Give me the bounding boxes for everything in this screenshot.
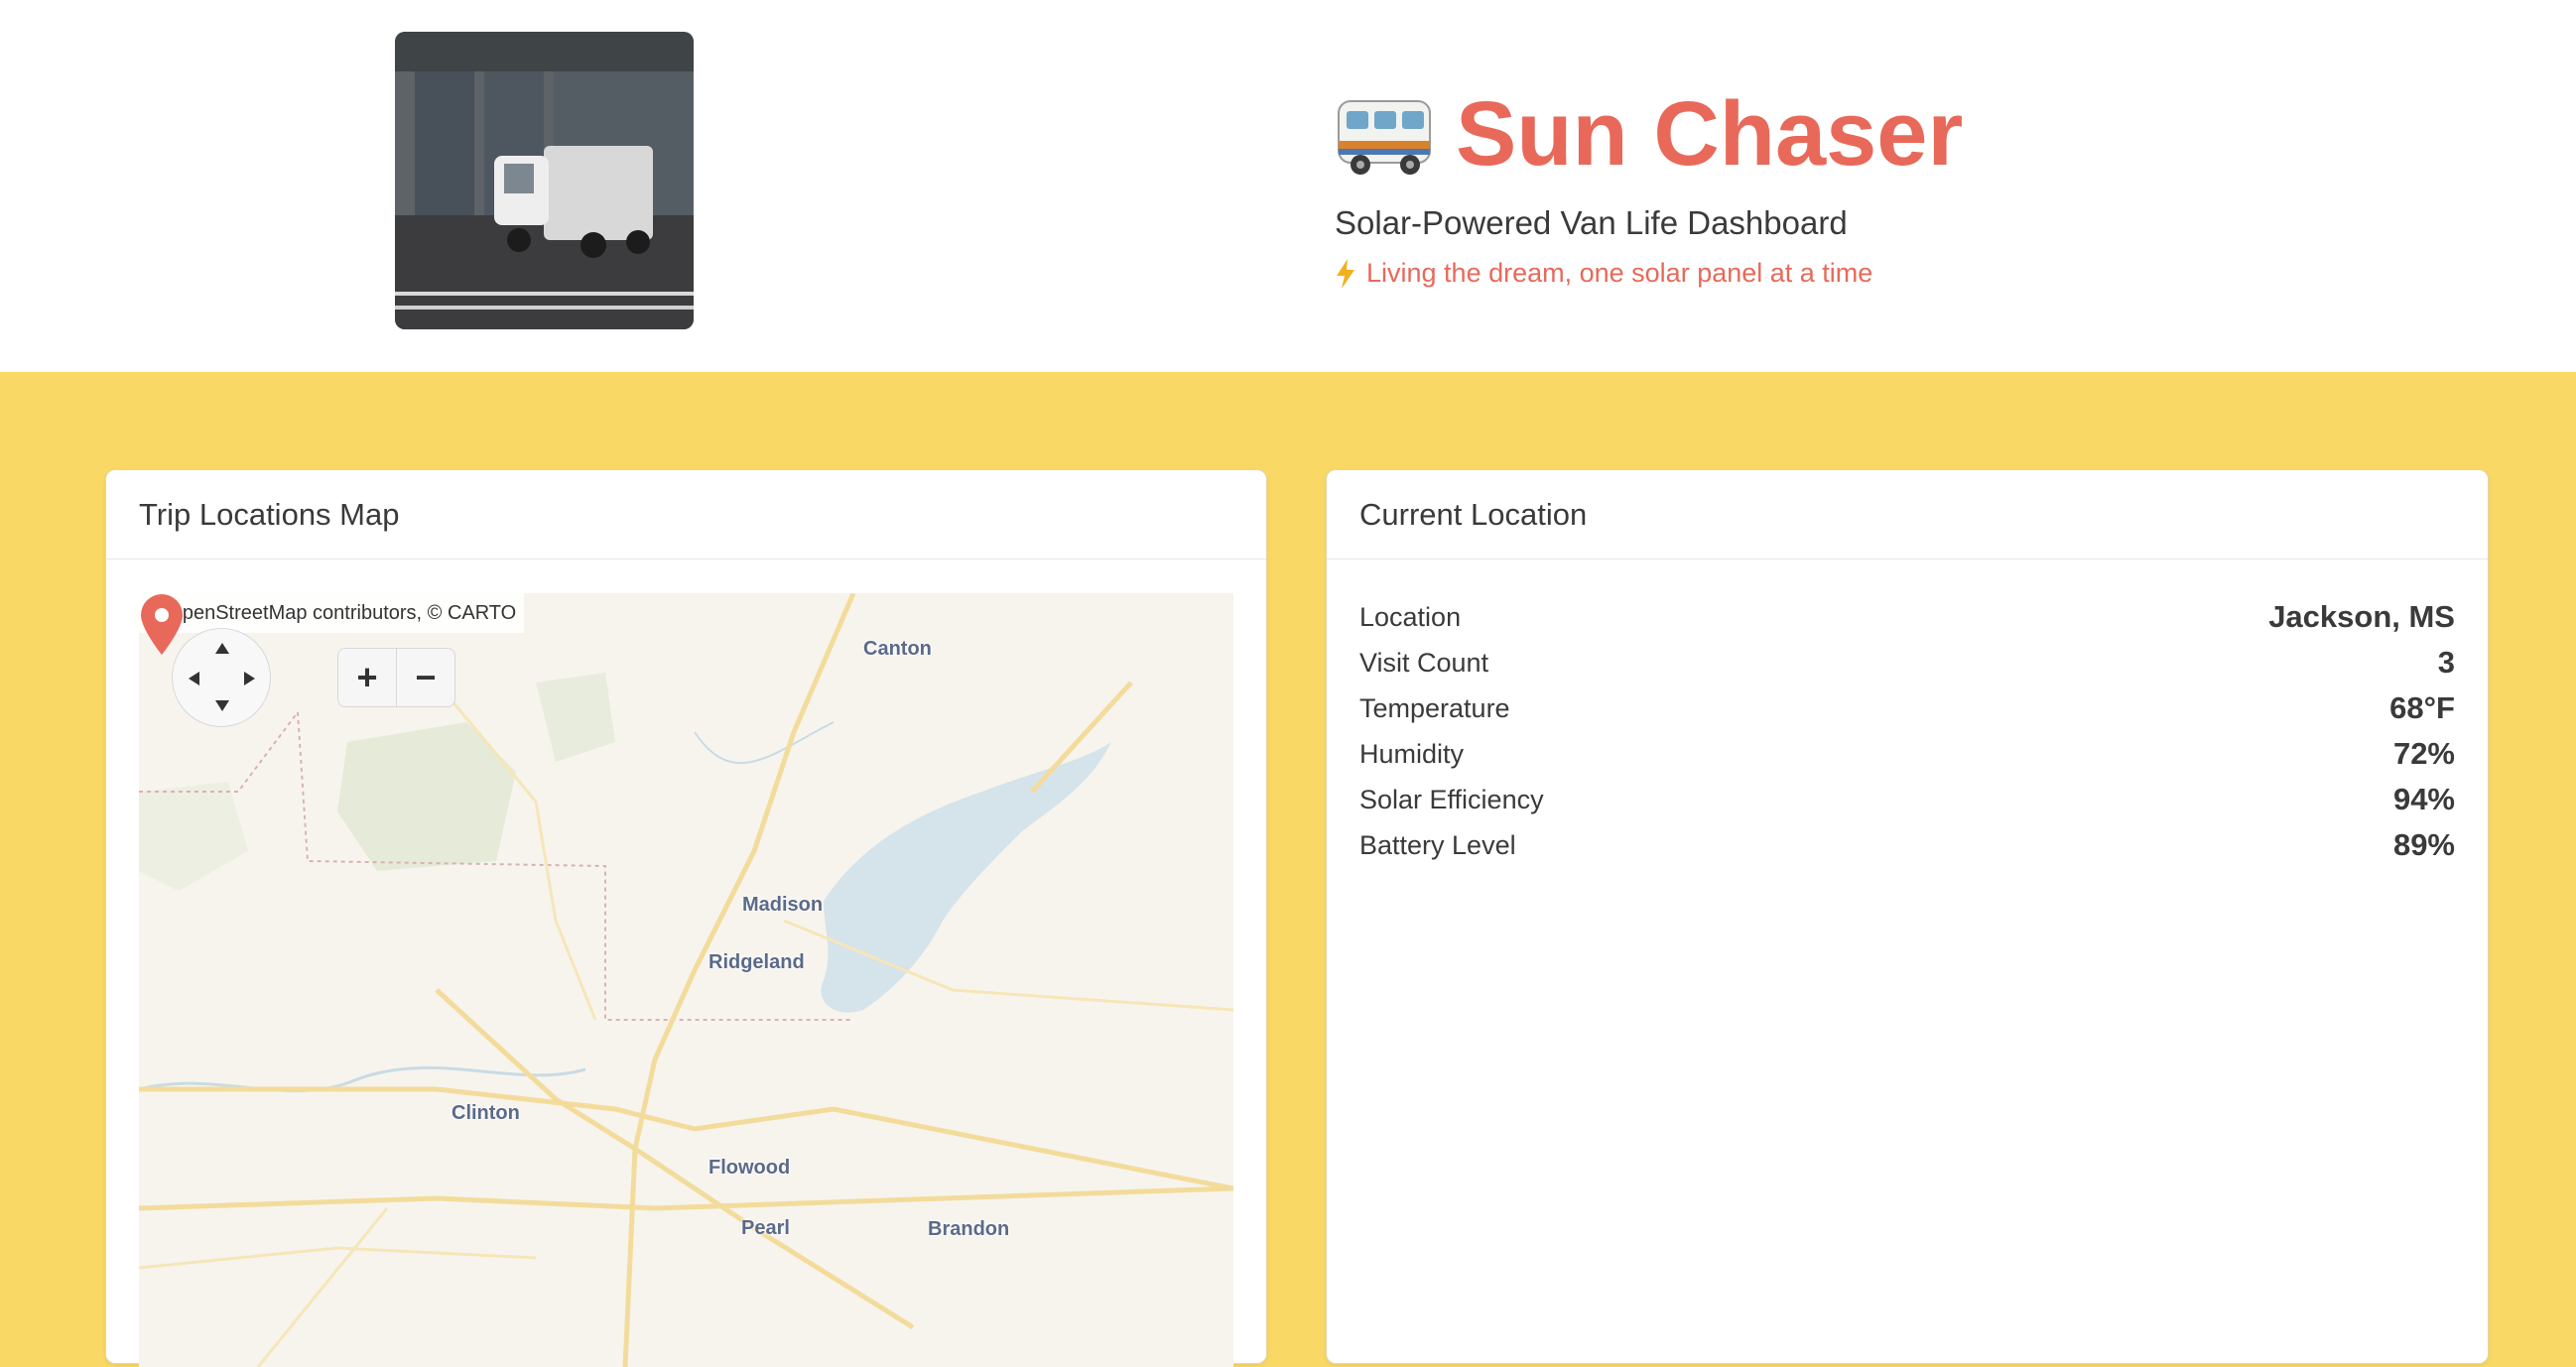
location-details: Location Jackson, MS Visit Count 3 Tempe… <box>1359 594 2455 868</box>
detail-label: Visit Count <box>1359 647 1489 678</box>
trip-map[interactable]: © OpenStreetMap contributors, © CARTO + … <box>139 593 1233 1367</box>
map-pan-control[interactable] <box>172 628 271 727</box>
detail-row-battery-level: Battery Level 89% <box>1359 822 2455 868</box>
detail-label: Location <box>1359 601 1462 632</box>
zoom-out-button[interactable]: − <box>396 649 454 706</box>
map-label-ridgeland: Ridgeland <box>708 951 805 973</box>
van-photo <box>395 32 694 329</box>
detail-value: 68°F <box>2389 690 2455 725</box>
card-title: Trip Locations Map <box>106 470 1266 559</box>
pan-left-icon[interactable] <box>189 672 199 685</box>
map-label-brandon: Brandon <box>928 1218 1010 1240</box>
app-title: Sun Chaser <box>1456 83 1964 185</box>
tagline-text: Living the dream, one solar panel at a t… <box>1366 258 1873 288</box>
detail-value: 94% <box>2392 782 2455 816</box>
detail-row-visit-count: Visit Count 3 <box>1359 640 2455 685</box>
page-header: Sun Chaser Solar-Powered Van Life Dashbo… <box>0 0 2576 372</box>
trip-map-card: Trip Locations Map © OpenStreetMap contr… <box>105 469 1267 1367</box>
detail-label: Temperature <box>1359 692 1510 723</box>
title-block: Sun Chaser Solar-Powered Van Life Dashbo… <box>1335 79 1963 289</box>
detail-label: Humidity <box>1359 738 1465 769</box>
detail-row-location: Location Jackson, MS <box>1359 594 2455 640</box>
map-label-madison: Madison <box>742 894 824 916</box>
map-label-pearl: Pearl <box>741 1217 790 1239</box>
map-zoom-control: + − <box>337 648 455 707</box>
current-location-card: Current Location Location Jackson, MS Vi… <box>1326 469 2489 1364</box>
location-pin-icon[interactable] <box>139 593 185 657</box>
detail-row-temperature: Temperature 68°F <box>1359 685 2455 731</box>
map-label-flowood: Flowood <box>708 1157 791 1179</box>
pan-down-icon[interactable] <box>215 700 229 711</box>
pan-right-icon[interactable] <box>244 672 255 685</box>
detail-row-solar-efficiency: Solar Efficiency 94% <box>1359 777 2455 822</box>
detail-value: 3 <box>2437 645 2455 680</box>
tagline: Living the dream, one solar panel at a t… <box>1335 258 1963 289</box>
detail-label: Battery Level <box>1359 829 1516 860</box>
detail-value: 89% <box>2392 827 2455 862</box>
detail-row-humidity: Humidity 72% <box>1359 731 2455 777</box>
pan-up-icon[interactable] <box>215 643 229 654</box>
detail-value: Jackson, MS <box>2268 599 2455 634</box>
card-title: Current Location <box>1327 470 2488 559</box>
map-attribution[interactable]: © OpenStreetMap contributors, © CARTO <box>139 593 525 633</box>
map-label-clinton: Clinton <box>451 1102 520 1124</box>
detail-value: 72% <box>2392 736 2455 771</box>
van-icon <box>1338 100 1431 175</box>
lightning-icon <box>1337 258 1354 289</box>
zoom-in-button[interactable]: + <box>338 649 396 706</box>
app-subtitle: Solar-Powered Van Life Dashboard <box>1335 204 1848 241</box>
detail-label: Solar Efficiency <box>1359 784 1544 814</box>
map-label-canton: Canton <box>863 638 932 660</box>
